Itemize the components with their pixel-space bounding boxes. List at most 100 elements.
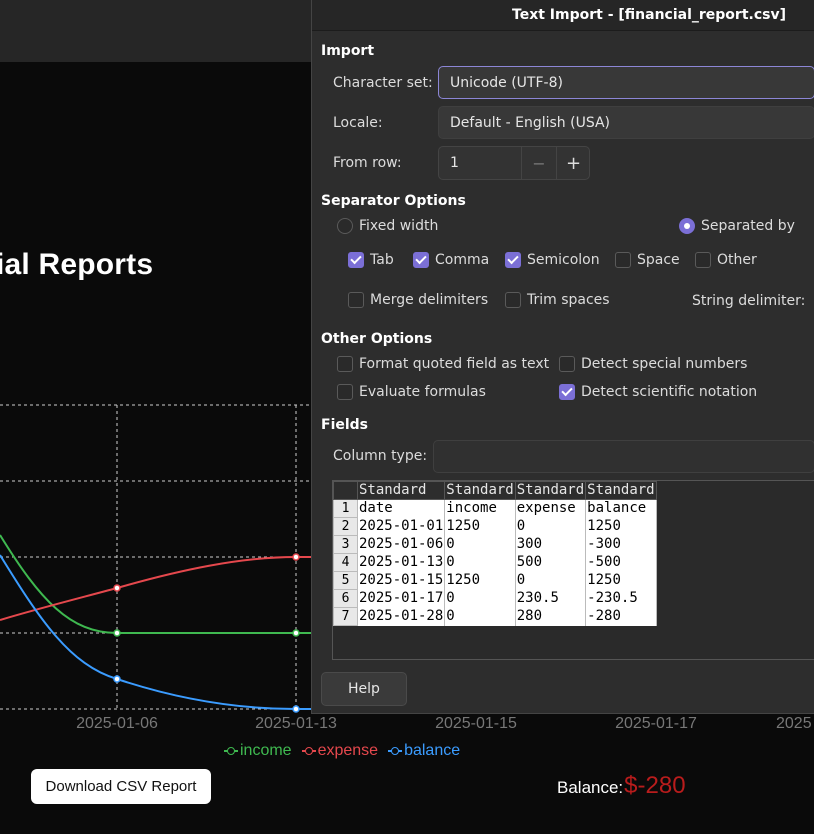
- legend-marker-icon: [224, 746, 238, 756]
- import-section-heading: Import: [321, 43, 375, 59]
- table-cell: date: [357, 499, 446, 518]
- table-row: 4 2025-01-13 0 500 -500: [333, 553, 657, 572]
- balance-summary: Balance: $-280: [557, 772, 686, 800]
- tab-label: Tab: [370, 252, 394, 268]
- x-tick-label: 2025-01-17: [615, 715, 697, 732]
- legend-marker-icon: [301, 746, 316, 756]
- table-cell: 0: [444, 535, 516, 554]
- legend-item-balance[interactable]: balance: [388, 742, 460, 760]
- legend-marker-icon: [388, 746, 403, 756]
- checkmark-icon: [413, 252, 429, 268]
- preview-corner[interactable]: [333, 481, 358, 500]
- decrement-icon[interactable]: −: [521, 147, 556, 179]
- table-row: 2 2025-01-01 1250 0 1250: [333, 517, 657, 536]
- checkmark-icon: [348, 252, 364, 268]
- detect-scientific-checkbox[interactable]: Detect scientific notation: [559, 384, 757, 400]
- detect-special-checkbox[interactable]: Detect special numbers: [559, 356, 747, 372]
- table-cell: 0: [444, 607, 516, 626]
- point-income-2025-01-06: [113, 629, 121, 637]
- table-cell: 0: [515, 517, 587, 536]
- fixed-width-radio[interactable]: Fixed width: [337, 218, 438, 234]
- table-cell: 1250: [585, 517, 657, 536]
- table-cell: 0: [444, 589, 516, 608]
- point-balance-2025-01-06: [113, 675, 121, 683]
- column-header[interactable]: Standard: [444, 481, 516, 500]
- table-cell: -500: [585, 553, 657, 572]
- trim-spaces-label: Trim spaces: [527, 292, 610, 308]
- space-checkbox[interactable]: Space: [615, 252, 680, 268]
- table-cell: 2025-01-17: [357, 589, 446, 608]
- table-cell: -280: [585, 607, 657, 626]
- charset-value: Unicode (UTF-8): [450, 74, 563, 91]
- checkbox-empty-icon: [615, 252, 631, 268]
- table-cell: 2025-01-06: [357, 535, 446, 554]
- table-row: 3 2025-01-06 0 300 -300: [333, 535, 657, 554]
- row-number: 6: [333, 589, 358, 608]
- table-row: 7 2025-01-28 0 280 -280: [333, 607, 657, 626]
- from-row-spinbox[interactable]: 1 − +: [438, 146, 590, 180]
- evaluate-formulas-checkbox[interactable]: Evaluate formulas: [337, 384, 486, 400]
- trim-spaces-checkbox[interactable]: Trim spaces: [505, 292, 610, 308]
- other-checkbox[interactable]: Other: [695, 252, 757, 268]
- preview-header-row: Standard Standard Standard Standard: [333, 481, 657, 500]
- x-tick-label: 2025-01-06: [76, 715, 158, 732]
- download-csv-button[interactable]: Download CSV Report: [31, 769, 211, 804]
- dialog-titlebar[interactable]: Text Import - [financial_report.csv]: [312, 0, 814, 31]
- format-quoted-checkbox[interactable]: Format quoted field as text: [337, 356, 549, 372]
- evaluate-formulas-label: Evaluate formulas: [359, 384, 486, 400]
- x-tick-label: 2025-01-13: [255, 715, 337, 732]
- row-number: 2: [333, 517, 358, 536]
- table-row: 6 2025-01-17 0 230.5 -230.5: [333, 589, 657, 608]
- comma-checkbox[interactable]: Comma: [413, 252, 489, 268]
- table-cell: -230.5: [585, 589, 657, 608]
- table-cell: 2025-01-13: [357, 553, 446, 572]
- table-row: 5 2025-01-15 1250 0 1250: [333, 571, 657, 590]
- radio-on-icon: [679, 218, 695, 234]
- column-type-label: Column type:: [333, 448, 428, 464]
- series-line-income: [0, 534, 311, 634]
- point-expense-2025-01-06: [113, 584, 121, 592]
- balance-label: Balance:: [557, 778, 624, 797]
- table-cell: income: [444, 499, 516, 518]
- checkbox-empty-icon: [695, 252, 711, 268]
- chart-legend: income expense balance: [224, 742, 460, 760]
- table-cell: 230.5: [515, 589, 587, 608]
- table-cell: 1250: [444, 571, 516, 590]
- increment-icon[interactable]: +: [556, 147, 590, 179]
- row-number: 5: [333, 571, 358, 590]
- table-cell: 2025-01-15: [357, 571, 446, 590]
- locale-select[interactable]: Default - English (USA): [438, 106, 814, 139]
- table-cell: -300: [585, 535, 657, 554]
- charset-select[interactable]: Unicode (UTF-8): [438, 66, 814, 99]
- separated-by-radio[interactable]: Separated by: [679, 218, 795, 234]
- help-button[interactable]: Help: [321, 672, 407, 706]
- table-cell: balance: [585, 499, 657, 518]
- table-cell: 1250: [444, 517, 516, 536]
- legend-item-expense[interactable]: expense: [301, 742, 378, 760]
- checkbox-empty-icon: [505, 292, 521, 308]
- fields-preview-grid[interactable]: Standard Standard Standard Standard 1 da…: [332, 480, 814, 660]
- table-cell: 1250: [585, 571, 657, 590]
- checkbox-empty-icon: [337, 384, 353, 400]
- x-tick-label: 2025: [776, 715, 812, 732]
- table-cell: 2025-01-01: [357, 517, 446, 536]
- chart-grid: [0, 404, 311, 710]
- table-cell: 0: [444, 553, 516, 572]
- column-header[interactable]: Standard: [585, 481, 657, 500]
- column-header[interactable]: Standard: [514, 481, 587, 500]
- fields-section-heading: Fields: [321, 417, 369, 433]
- column-header[interactable]: Standard: [356, 481, 446, 500]
- legend-item-income[interactable]: income: [224, 742, 292, 760]
- charset-label: Character set:: [333, 75, 433, 91]
- row-number: 3: [333, 535, 358, 554]
- legend-label: income: [240, 742, 292, 759]
- other-options-heading: Other Options: [321, 331, 433, 347]
- column-type-select[interactable]: [433, 440, 814, 473]
- merge-delimiters-checkbox[interactable]: Merge delimiters: [348, 292, 488, 308]
- space-label: Space: [637, 252, 680, 268]
- semicolon-checkbox[interactable]: Semicolon: [505, 252, 600, 268]
- tab-checkbox[interactable]: Tab: [348, 252, 394, 268]
- format-quoted-label: Format quoted field as text: [359, 356, 550, 372]
- from-row-value[interactable]: 1: [450, 155, 459, 171]
- dialog-title: Text Import - [financial_report.csv]: [512, 7, 786, 23]
